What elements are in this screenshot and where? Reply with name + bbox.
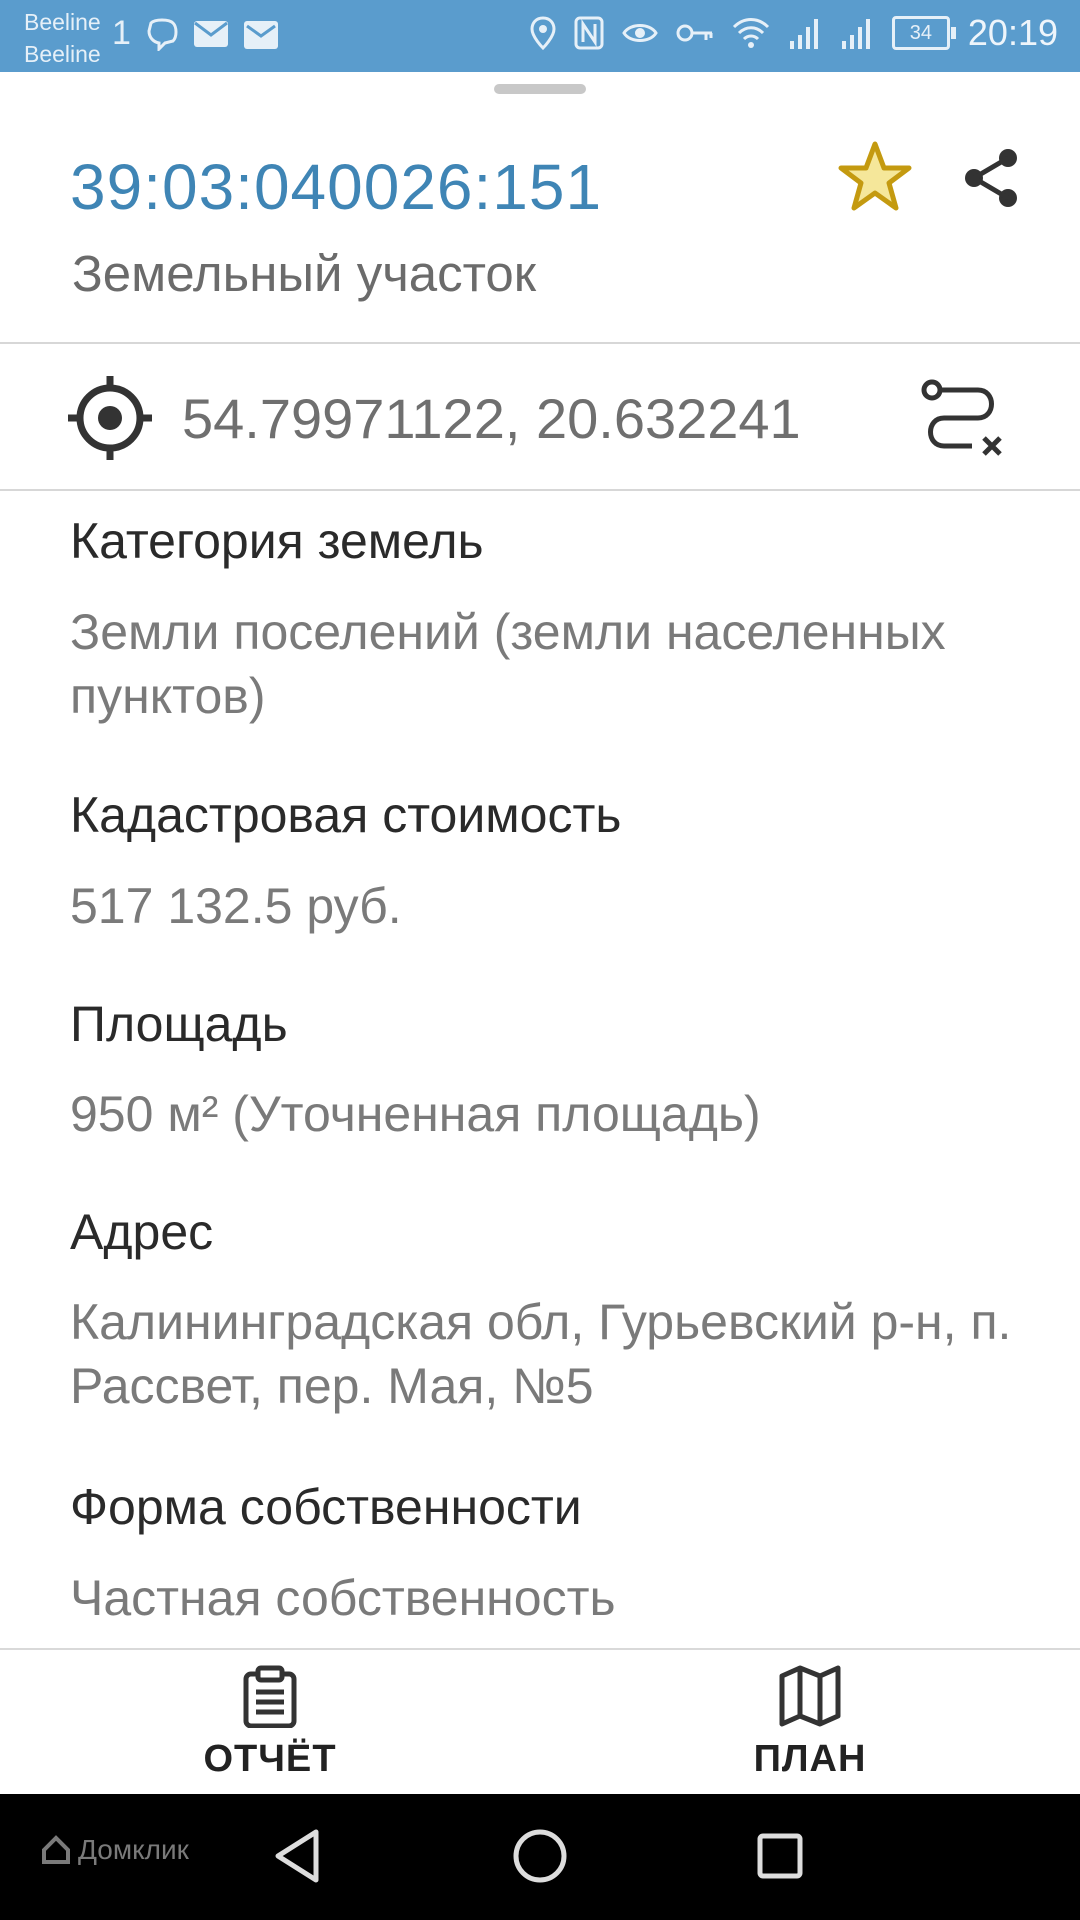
field-label-area: Площадь [70,996,288,1052]
back-icon[interactable] [268,1824,332,1888]
route-icon[interactable] [920,378,1006,458]
report-label: ОТЧЁТ [203,1738,337,1780]
mail-icon [243,20,278,49]
signal-icon [789,19,818,49]
field-label-address: Адрес [70,1204,214,1260]
sim-indicator: 1 [112,14,131,52]
signal-icon [841,19,870,49]
object-type: Земельный участок [72,245,537,302]
field-value-land-category: Земли поселений (земли населенных пункто… [70,604,946,724]
divider [0,342,1080,344]
field-label-land-category: Категория земель [70,513,484,569]
sheet-drag-handle[interactable] [494,84,586,94]
recents-icon[interactable] [748,1824,812,1888]
cadastral-number[interactable]: 39:03:040026:151 [70,150,602,224]
battery-icon: 34 [891,16,956,50]
favorite-star-icon[interactable] [838,140,912,214]
location-icon [530,16,556,50]
carrier-2: Beeline [24,41,101,67]
wifi-icon [732,18,769,48]
status-bar: Beeline Beeline 1 34 20:19 [0,0,1080,72]
nfc-icon [574,16,604,50]
field-label-ownership: Форма собственности [70,1479,582,1535]
home-logo-icon [42,1835,70,1864]
carrier-1: Beeline [24,9,101,35]
key-icon [676,24,713,42]
field-label-cadastral-value: Кадастровая стоимость [70,787,622,843]
plan-button[interactable]: ПЛАН [650,1650,970,1796]
navigation-bar: Домклик [0,1794,1080,1920]
map-icon [779,1665,841,1727]
carrier-names: Beeline Beeline [24,6,101,70]
share-icon[interactable] [962,146,1022,210]
notification-icons: 1 [112,14,279,53]
field-value-cadastral-value: 517 132.5 руб. [70,878,402,934]
eye-icon [622,24,658,42]
system-icons: 34 20:19 [530,12,1058,54]
mail-icon [193,20,228,47]
field-value-area: 950 м² (Уточненная площадь) [70,1086,761,1142]
field-value-ownership: Частная собственность [70,1570,616,1626]
clipboard-icon [243,1665,297,1728]
brand-name: Домклик [78,1834,189,1865]
report-button[interactable]: ОТЧЁТ [110,1650,430,1796]
clock: 20:19 [967,12,1058,53]
plan-label: ПЛАН [753,1738,867,1780]
viber-icon [147,18,178,51]
field-value-address: Калининградская обл, Гурьевский р-н, п. … [70,1294,1012,1414]
brand-watermark: Домклик [40,1834,189,1866]
coordinates-text[interactable]: 54.79971122, 20.632241 [182,386,801,451]
target-location-icon [68,376,152,460]
bottom-action-bar: ОТЧЁТ ПЛАН [0,1648,1080,1796]
home-icon[interactable] [508,1824,572,1888]
divider [0,489,1080,491]
